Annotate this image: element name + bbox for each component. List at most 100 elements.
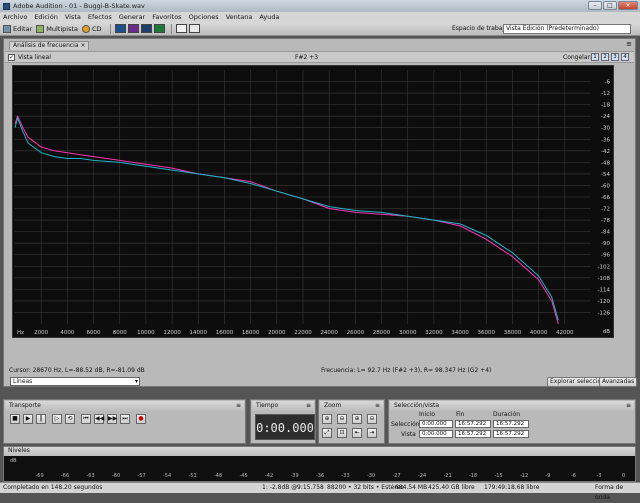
- phase-view-icon[interactable]: [153, 24, 165, 33]
- title-bar: Adobe Audition - 01 - Buggi-B-Skate.wav …: [0, 0, 640, 12]
- menu-ventana[interactable]: Ventana: [226, 13, 253, 21]
- y-tick-label: -90: [601, 241, 610, 247]
- zoom-in-vertical-icon[interactable]: ⊕: [352, 414, 362, 424]
- view-end-field[interactable]: 16:57.292: [455, 430, 491, 438]
- level-tick-label: -39: [290, 473, 299, 479]
- level-tick-label: -45: [239, 473, 248, 479]
- multipista-button[interactable]: Multipista: [36, 24, 78, 33]
- zoom-left-edge-icon[interactable]: ⇤: [352, 428, 362, 438]
- level-tick-label: -24: [418, 473, 427, 479]
- view-duration-field[interactable]: 16:57.292: [493, 430, 529, 438]
- x-tick-label: 20000: [268, 330, 286, 336]
- loop-button[interactable]: ⟲: [65, 414, 75, 424]
- freeze-button-1[interactable]: 1: [591, 53, 599, 61]
- series-line-2: [14, 116, 559, 321]
- level-tick-label: -27: [392, 473, 401, 479]
- y-tick-label: -24: [601, 114, 610, 120]
- play-button[interactable]: ▶: [23, 414, 33, 424]
- view-start-field[interactable]: 0:00.000: [419, 430, 453, 438]
- menu-ayuda[interactable]: Ayuda: [259, 13, 279, 21]
- status-db: 1: -2.8dB @: [262, 484, 298, 491]
- row-vista: Vista: [401, 431, 416, 438]
- graph-type-value: Líneas: [13, 378, 33, 385]
- y-tick-label: -42: [601, 149, 610, 155]
- menu-bar: Archivo Edición Vista Efectos Generar Fa…: [0, 12, 640, 22]
- record-button[interactable]: ●: [136, 414, 146, 424]
- pan-view-icon[interactable]: [140, 24, 152, 33]
- panel-menu-icon[interactable]: ≡: [375, 401, 380, 410]
- level-tick-label: -12: [520, 473, 529, 479]
- panel-menu-icon[interactable]: ≡: [626, 40, 632, 48]
- frequency-readout: Frecuencia: L= 92.7 Hz (F#2 +3), R= 98.3…: [321, 367, 491, 374]
- y-tick-label: -6: [605, 80, 611, 86]
- status-time: 9:15.758: [297, 484, 324, 491]
- freeze-button-3[interactable]: 3: [611, 53, 619, 61]
- spectral-view-icon[interactable]: [127, 24, 139, 33]
- panel-menu-icon[interactable]: ≡: [626, 401, 631, 410]
- y-tick-label: -12: [601, 91, 610, 97]
- zoom-in-horizontal-icon[interactable]: ⊕: [322, 414, 332, 424]
- y-tick-label: -54: [601, 172, 610, 178]
- menu-vista[interactable]: Vista: [65, 13, 81, 21]
- x-tick-label: 8000: [113, 330, 127, 336]
- panel-menu-icon[interactable]: ≡: [236, 401, 241, 410]
- zoom-full-icon[interactable]: ⤢: [322, 428, 332, 438]
- level-tick-label: -60: [112, 473, 121, 479]
- y-tick-label: -102: [598, 264, 610, 270]
- tab-frequency-analysis[interactable]: Análisis de frecuencia ×: [9, 41, 90, 50]
- rewind-button[interactable]: ◀◀: [94, 414, 104, 424]
- status-format: 88200 • 32 bits • Estéreo: [327, 484, 404, 491]
- col-duracion: Duración: [493, 411, 521, 418]
- workspace-select[interactable]: Vista Edición (Predeterminado): [503, 24, 631, 34]
- selection-start-field[interactable]: 0:00.000: [419, 420, 453, 428]
- fast-forward-button[interactable]: ▶▶: [107, 414, 117, 424]
- menu-efectos[interactable]: Efectos: [88, 13, 112, 21]
- menu-opciones[interactable]: Opciones: [189, 13, 219, 21]
- frequency-plot[interactable]: 2000 4000 6000 8000 10000 12000 14000 16000 1800…: [12, 65, 614, 338]
- y-tick-label: -114: [598, 287, 611, 293]
- freeze-button-2[interactable]: 2: [601, 53, 609, 61]
- time-selection-tool-icon[interactable]: [175, 24, 187, 33]
- menu-edicion[interactable]: Edición: [34, 13, 58, 21]
- transport-panel: Transporte ≡ ■ ▶ ‖ ▷ ⟲ ⏮ ◀◀ ▶▶ ⏭ ●: [3, 399, 246, 444]
- waveform-view-icon[interactable]: [114, 24, 126, 33]
- menu-archivo[interactable]: Archivo: [3, 13, 27, 21]
- x-tick-label: 38000: [504, 330, 522, 336]
- go-to-start-button[interactable]: ⏮: [81, 414, 91, 424]
- hybrid-tool-icon[interactable]: [188, 24, 200, 33]
- y-tick-label: -36: [601, 137, 610, 143]
- level-tick-label: 0: [622, 473, 626, 479]
- freeze-button-4[interactable]: 4: [621, 53, 629, 61]
- selection-end-field[interactable]: 16:57.292: [455, 420, 491, 428]
- linear-view-label: Vista lineal: [18, 54, 51, 61]
- play-from-cursor-button[interactable]: ▷: [52, 414, 62, 424]
- go-to-end-button[interactable]: ⏭: [120, 414, 130, 424]
- graph-type-select[interactable]: Líneas ▾: [10, 377, 140, 386]
- panel-menu-icon[interactable]: ≡: [306, 401, 311, 410]
- selection-duration-field[interactable]: 16:57.292: [493, 420, 529, 428]
- menu-favoritos[interactable]: Favoritos: [152, 13, 181, 21]
- menu-generar[interactable]: Generar: [119, 13, 145, 21]
- y-tick-label: -18: [601, 103, 610, 109]
- minimize-button[interactable]: –: [588, 1, 602, 10]
- close-button[interactable]: ×: [618, 1, 638, 10]
- advanced-button[interactable]: Avanzadas: [599, 377, 638, 387]
- zoom-out-horizontal-icon[interactable]: ⊖: [337, 414, 347, 424]
- stop-button[interactable]: ■: [10, 414, 20, 424]
- status-message: Completado en 148.20 segundos: [3, 484, 103, 491]
- x-tick-label: 18000: [242, 330, 260, 336]
- levels-header: Niveles: [4, 447, 635, 456]
- pause-button[interactable]: ‖: [36, 414, 46, 424]
- linear-view-checkbox[interactable]: ✓: [8, 54, 15, 61]
- zoom-right-edge-icon[interactable]: ⇥: [367, 428, 377, 438]
- cd-button[interactable]: CD: [82, 24, 102, 33]
- time-panel: Tiempo ≡ 0:00.000: [250, 399, 316, 444]
- x-tick-label: 26000: [347, 330, 365, 336]
- close-icon[interactable]: ×: [80, 42, 85, 49]
- zoom-selection-icon[interactable]: ⊡: [337, 428, 347, 438]
- status-free: 425.40 GB libre: [428, 484, 475, 491]
- maximize-button[interactable]: □: [603, 1, 617, 10]
- editar-button[interactable]: Editar: [3, 24, 32, 33]
- zoom-out-vertical-icon[interactable]: ⊖: [367, 414, 377, 424]
- level-tick-label: -3: [596, 473, 602, 479]
